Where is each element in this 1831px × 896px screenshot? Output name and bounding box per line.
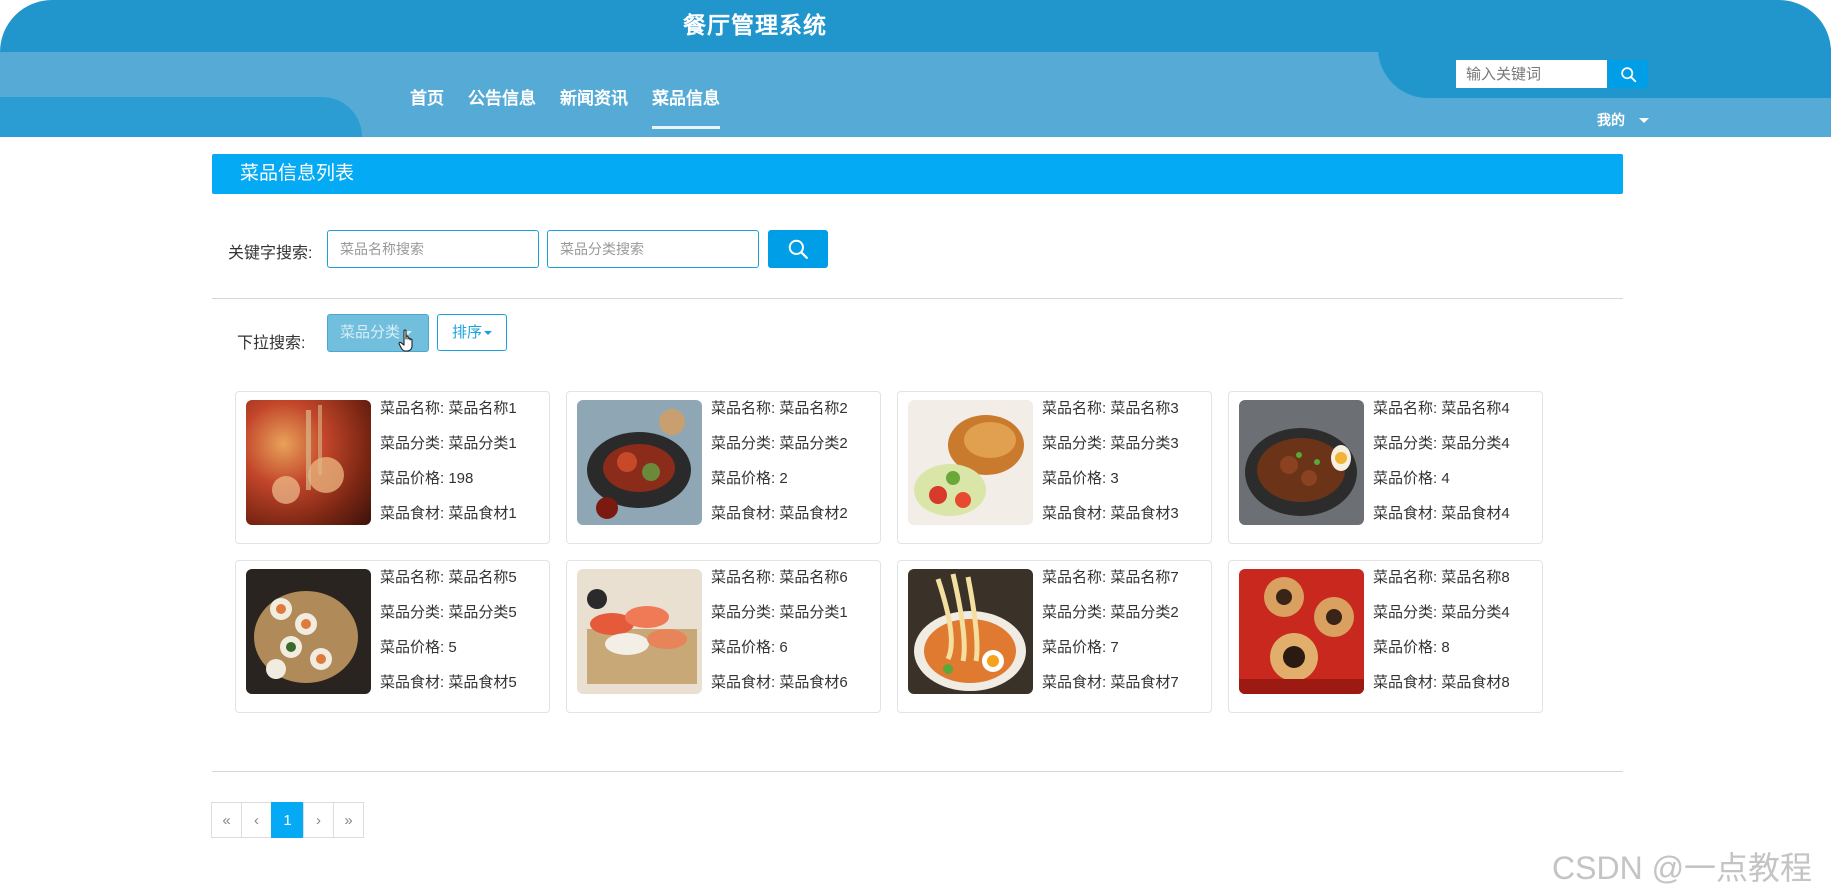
dish-card[interactable]: 菜品名称: 菜品名称1 菜品分类: 菜品分类1 菜品价格: 198 菜品食材: … — [235, 391, 550, 544]
keyword-search-label: 关键字搜索: — [228, 245, 313, 262]
dish-price: 菜品价格: 4 — [1373, 470, 1450, 487]
dish-category: 菜品分类: 菜品分类1 — [711, 604, 848, 621]
search-icon — [788, 239, 808, 259]
dish-name: 菜品名称: 菜品名称6 — [711, 569, 848, 586]
dish-category: 菜品分类: 菜品分类4 — [1373, 435, 1510, 452]
dish-name: 菜品名称: 菜品名称1 — [380, 400, 517, 417]
app-title: 餐厅管理系统 — [683, 12, 827, 38]
dish-price: 菜品价格: 8 — [1373, 639, 1450, 656]
dish-price: 菜品价格: 7 — [1042, 639, 1119, 656]
header-search-input[interactable] — [1456, 60, 1607, 88]
dish-category: 菜品分类: 菜品分类2 — [1042, 604, 1179, 621]
dish-image — [1239, 569, 1364, 694]
nav-dishes[interactable]: 菜品信息 — [652, 84, 720, 129]
page-prev-button[interactable]: ‹ — [241, 802, 272, 838]
header-left-wave — [0, 97, 362, 137]
my-menu-label: 我的 — [1597, 112, 1625, 128]
dish-card[interactable]: 菜品名称: 菜品名称5 菜品分类: 菜品分类5 菜品价格: 5 菜品食材: 菜品… — [235, 560, 550, 713]
dish-image — [908, 400, 1033, 525]
dish-image — [577, 569, 702, 694]
dish-name-search-input[interactable] — [327, 230, 539, 268]
caret-down-icon — [484, 331, 492, 336]
page-last-button[interactable]: » — [333, 802, 364, 838]
page-current-button[interactable]: 1 — [271, 802, 304, 838]
dropdown-search-label: 下拉搜索: — [237, 335, 306, 352]
site-header: 餐厅管理系统 首页 公告信息 新闻资讯 菜品信息 我的 — [0, 0, 1831, 137]
hand-cursor-icon — [398, 329, 413, 352]
dish-price: 菜品价格: 2 — [711, 470, 788, 487]
nav-news[interactable]: 新闻资讯 — [560, 84, 628, 129]
divider — [212, 298, 1623, 299]
dish-image — [246, 400, 371, 525]
divider — [212, 771, 1623, 772]
dish-image — [1239, 400, 1364, 525]
dish-category: 菜品分类: 菜品分类4 — [1373, 604, 1510, 621]
dish-name: 菜品名称: 菜品名称2 — [711, 400, 848, 417]
dish-ingredient: 菜品食材: 菜品食材7 — [1042, 674, 1179, 691]
dish-ingredient: 菜品食材: 菜品食材2 — [711, 505, 848, 522]
panel-title: 菜品信息列表 — [212, 154, 1623, 194]
category-dropdown-label: 菜品分类 — [340, 324, 401, 341]
dish-card[interactable]: 菜品名称: 菜品名称2 菜品分类: 菜品分类2 菜品价格: 2 菜品食材: 菜品… — [566, 391, 881, 544]
dish-card[interactable]: 菜品名称: 菜品名称8 菜品分类: 菜品分类4 菜品价格: 8 菜品食材: 菜品… — [1228, 560, 1543, 713]
dish-image — [908, 569, 1033, 694]
dish-category: 菜品分类: 菜品分类2 — [711, 435, 848, 452]
dish-price: 菜品价格: 6 — [711, 639, 788, 656]
dish-image — [577, 400, 702, 525]
watermark: CSDN @一点教程 — [1552, 850, 1813, 886]
keyword-search-button[interactable] — [768, 230, 828, 268]
nav-home[interactable]: 首页 — [410, 84, 444, 129]
dish-card[interactable]: 菜品名称: 菜品名称6 菜品分类: 菜品分类1 菜品价格: 6 菜品食材: 菜品… — [566, 560, 881, 713]
caret-down-icon — [1639, 117, 1649, 123]
nav-notices[interactable]: 公告信息 — [468, 84, 536, 129]
dish-card[interactable]: 菜品名称: 菜品名称4 菜品分类: 菜品分类4 菜品价格: 4 菜品食材: 菜品… — [1228, 391, 1543, 544]
dish-name: 菜品名称: 菜品名称5 — [380, 569, 517, 586]
header-search-button[interactable] — [1608, 60, 1648, 88]
dish-category: 菜品分类: 菜品分类5 — [380, 604, 517, 621]
dish-card[interactable]: 菜品名称: 菜品名称7 菜品分类: 菜品分类2 菜品价格: 7 菜品食材: 菜品… — [897, 560, 1212, 713]
dish-category-search-input[interactable] — [547, 230, 759, 268]
search-icon — [1620, 66, 1636, 82]
dish-name: 菜品名称: 菜品名称4 — [1373, 400, 1510, 417]
dish-name: 菜品名称: 菜品名称3 — [1042, 400, 1179, 417]
dish-ingredient: 菜品食材: 菜品食材4 — [1373, 505, 1510, 522]
dish-ingredient: 菜品食材: 菜品食材8 — [1373, 674, 1510, 691]
dish-card[interactable]: 菜品名称: 菜品名称3 菜品分类: 菜品分类3 菜品价格: 3 菜品食材: 菜品… — [897, 391, 1212, 544]
dish-price: 菜品价格: 5 — [380, 639, 457, 656]
dish-name: 菜品名称: 菜品名称8 — [1373, 569, 1510, 586]
page-next-button[interactable]: › — [303, 802, 334, 838]
dish-name: 菜品名称: 菜品名称7 — [1042, 569, 1179, 586]
dish-ingredient: 菜品食材: 菜品食材5 — [380, 674, 517, 691]
dish-category: 菜品分类: 菜品分类3 — [1042, 435, 1179, 452]
dish-category: 菜品分类: 菜品分类1 — [380, 435, 517, 452]
dish-image — [246, 569, 371, 694]
page-first-button[interactable]: « — [211, 802, 242, 838]
dish-price: 菜品价格: 198 — [380, 470, 474, 487]
sort-dropdown-button[interactable]: 排序 — [437, 314, 507, 351]
dish-ingredient: 菜品食材: 菜品食材1 — [380, 505, 517, 522]
my-menu[interactable]: 我的 — [1597, 110, 1649, 130]
dish-ingredient: 菜品食材: 菜品食材3 — [1042, 505, 1179, 522]
dish-price: 菜品价格: 3 — [1042, 470, 1119, 487]
dish-ingredient: 菜品食材: 菜品食材6 — [711, 674, 848, 691]
main-nav: 首页 公告信息 新闻资讯 菜品信息 — [410, 84, 744, 129]
pagination: « ‹ 1 › » — [211, 802, 364, 838]
sort-dropdown-label: 排序 — [451, 324, 482, 341]
